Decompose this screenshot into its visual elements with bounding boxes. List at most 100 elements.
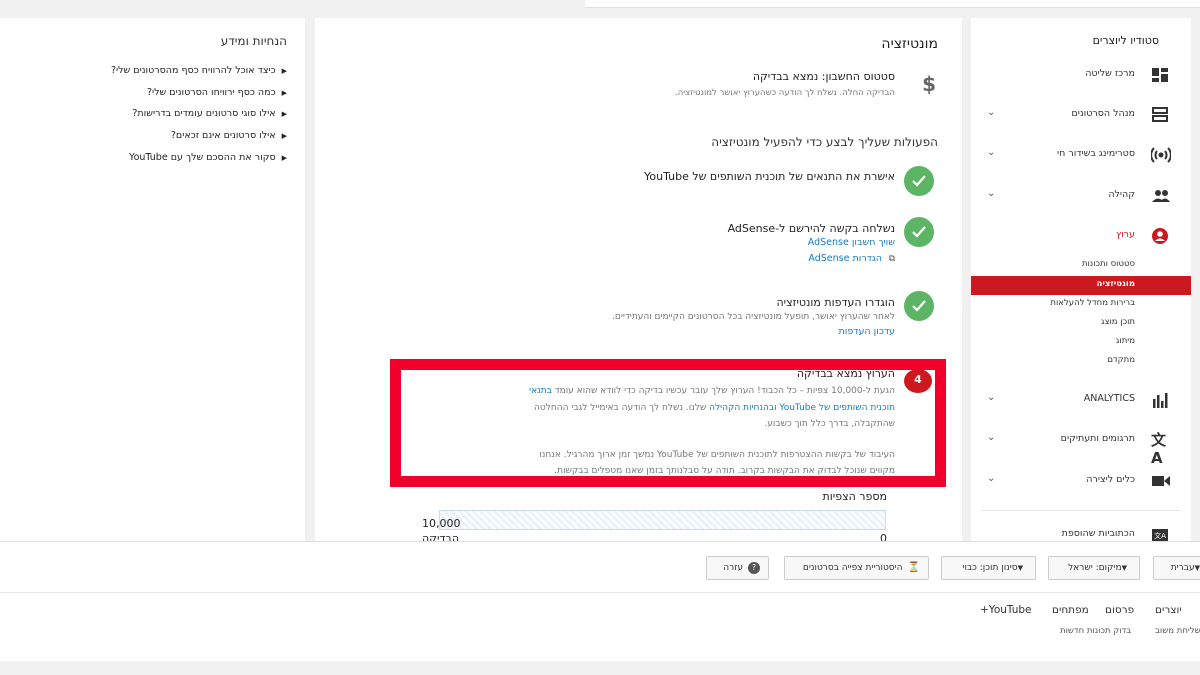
triangle-right-icon: ▶: [281, 132, 287, 140]
sidebar-item-label: קהילה: [1108, 189, 1135, 200]
chevron-down-icon[interactable]: ⌄: [987, 473, 995, 484]
highlight-annotation-box: [390, 359, 946, 487]
sidebar-sub-label: מונטיזציה: [1096, 279, 1136, 289]
analytics-icon: [1151, 391, 1169, 409]
sidebar-sub-featured-content[interactable]: תוכן מוצג: [971, 314, 1191, 333]
guideline-link[interactable]: ▶כמה כסף ירוויחו הסרטונים שלי?: [147, 87, 287, 98]
guidelines-panel: הנחיות ומידע ▶כיצד אוכל להרוויח כסף מהסר…: [0, 18, 305, 548]
step-preferences-title: הוגדרו העדפות מונטיזציה: [776, 296, 895, 309]
chevron-down-icon[interactable]: ⌄: [987, 188, 995, 199]
step-preferences-description: לאחר שהערוץ יאושר, תופעל מונטיזציה בכל ה…: [612, 312, 895, 322]
sidebar-item-analytics[interactable]: ⌄ ANALYTICS: [971, 388, 1191, 412]
help-button[interactable]: ?עזרה: [706, 556, 769, 580]
check-icon: [904, 217, 934, 247]
footer-link-developers[interactable]: מפתחים: [1052, 604, 1089, 616]
sidebar-item-community[interactable]: ⌄ קהילה: [971, 184, 1191, 208]
bottom-bar: [0, 661, 1200, 675]
guideline-link[interactable]: ▶סקור את ההסכם שלך עם YouTube: [129, 152, 287, 163]
channel-icon: [1151, 227, 1169, 245]
sidebar-item-translations[interactable]: ⌄ תרגומים ותעתיקים 文A: [971, 428, 1191, 467]
page-footer: ▼עברית ▼מיקום: ישראל ▼סינון תוכן: כבוי ⏳…: [0, 541, 1200, 661]
dollar-icon: $: [922, 72, 936, 96]
footer-link-feedback[interactable]: שליחת משוב: [1155, 626, 1200, 636]
sidebar-sub-label: סטטוס ותכונות: [1081, 259, 1135, 269]
language-button[interactable]: ▼עברית: [1153, 556, 1200, 580]
triangle-right-icon: ▶: [281, 154, 287, 162]
external-link-icon: ⧉: [888, 254, 895, 264]
step-terms-title: אישרת את התנאים של תוכנית השותפים של You…: [644, 170, 895, 183]
sidebar-item-label: סטרימינג בשידור חי: [1057, 148, 1135, 159]
triangle-right-icon: ▶: [281, 110, 287, 118]
live-stream-icon: [1150, 146, 1172, 164]
sidebar-item-video-manager[interactable]: ⌄ מנהל הסרטונים: [971, 103, 1191, 127]
svg-text:文A: 文A: [1154, 531, 1166, 540]
triangle-right-icon: ▶: [281, 89, 287, 97]
sidebar-item-dashboard[interactable]: מרכז שליטה: [971, 63, 1191, 87]
hourglass-icon: ⏳: [907, 562, 920, 573]
chevron-down-icon[interactable]: ⌄: [987, 392, 995, 403]
sidebar-item-label: הכתוביות שהוספת: [1061, 528, 1135, 539]
translate-icon: 文A: [1151, 431, 1167, 467]
check-icon: [904, 291, 934, 321]
creator-studio-sidebar: סטודיו ליוצרים מרכז שליטה ⌄ מנהל הסרטוני…: [971, 18, 1191, 548]
sidebar-sub-status-features[interactable]: סטטוס ותכונות: [971, 256, 1191, 275]
account-status-title: סטטוס החשבון: נמצא בבדיקה: [752, 70, 895, 83]
adsense-settings-link[interactable]: הגדרות AdSense: [808, 253, 882, 264]
sidebar-item-label: תרגומים ותעתיקים: [1060, 433, 1135, 444]
sidebar-divider: [981, 510, 1181, 511]
views-progress-bar: [439, 510, 886, 530]
views-count-label: מספר הצפיות: [822, 490, 887, 503]
top-bar: [0, 0, 1200, 8]
sidebar-item-live-streaming[interactable]: ⌄ סטרימינג בשידור חי: [971, 143, 1191, 167]
chevron-down-icon[interactable]: ⌄: [987, 107, 995, 118]
footer-divider: [0, 592, 1200, 593]
dropdown-arrow-icon: ▼: [1121, 564, 1127, 572]
sidebar-sub-label: תוכן מוצג: [1100, 317, 1135, 327]
dropdown-arrow-icon: ▼: [1194, 564, 1200, 572]
update-preferences-link[interactable]: עדכון העדפות: [839, 326, 895, 337]
step-adsense-title: נשלחה בקשה להירשם ל-AdSense: [727, 222, 895, 235]
guideline-link[interactable]: ▶כיצד אוכל להרוויח כסף מהסרטונים שלי?: [111, 65, 287, 76]
account-status-description: הבדיקה החלה. נשלח לך הודעה כשהערוץ יאושר…: [675, 88, 895, 98]
restricted-mode-button[interactable]: ▼סינון תוכן: כבוי: [941, 556, 1036, 580]
sidebar-sub-branding[interactable]: מיתוג: [971, 333, 1191, 352]
sidebar-sub-label: מתקדם: [1107, 355, 1135, 365]
page-title: מונטיזציה: [881, 36, 938, 52]
adsense-account-link[interactable]: שויך חשבון AdSense: [808, 237, 895, 248]
dashboard-icon: [1151, 66, 1169, 84]
sidebar-item-create[interactable]: ⌄ כלים ליצירה: [971, 469, 1191, 493]
dropdown-arrow-icon: ▼: [1017, 564, 1023, 572]
sidebar-sub-label: ברירות מחדל להעלאות: [1050, 298, 1135, 308]
triangle-right-icon: ▶: [281, 67, 287, 75]
sidebar-sub-monetization[interactable]: מונטיזציה: [971, 276, 1191, 295]
sidebar-sub-advanced[interactable]: מתקדם: [971, 352, 1191, 371]
chevron-down-icon[interactable]: ⌄: [987, 432, 995, 443]
footer-link-advertise[interactable]: פרסום: [1105, 604, 1134, 616]
guideline-link[interactable]: ▶אילו סוגי סרטונים עומדים בדרישות?: [132, 108, 287, 119]
check-icon: [904, 166, 934, 196]
watch-history-button[interactable]: ⏳היסטוריית צפייה בסרטונים: [784, 556, 929, 580]
sidebar-sub-upload-defaults[interactable]: ברירות מחדל להעלאות: [971, 295, 1191, 314]
video-camera-icon: [1151, 472, 1170, 490]
sidebar-item-label: ערוץ: [1115, 229, 1135, 240]
footer-link-youtube-plus[interactable]: +YouTube: [980, 604, 1032, 616]
footer-link-creators[interactable]: יוצרים: [1155, 604, 1182, 616]
sidebar-item-label: מנהל הסרטונים: [1071, 108, 1135, 119]
guidelines-title: הנחיות ומידע: [220, 34, 287, 48]
monetization-panel: מונטיזציה $ סטטוס החשבון: נמצא בבדיקה הב…: [315, 18, 962, 548]
sidebar-sub-label: מיתוג: [1115, 336, 1135, 346]
chevron-down-icon[interactable]: ⌄: [987, 147, 995, 158]
video-manager-icon: [1151, 106, 1169, 124]
steps-heading: הפעולות שעליך לבצע כדי להפעיל מונטיזציה: [711, 135, 938, 149]
footer-link-test-features[interactable]: בדוק תכונות חדשות: [1060, 626, 1131, 636]
help-icon: ?: [748, 561, 760, 574]
sidebar-item-channel[interactable]: ערוץ: [971, 224, 1191, 248]
sidebar-title[interactable]: סטודיו ליוצרים: [1093, 34, 1159, 47]
sidebar-item-label: כלים ליצירה: [1086, 474, 1135, 485]
sidebar-item-label: מרכז שליטה: [1085, 68, 1135, 79]
location-button[interactable]: ▼מיקום: ישראל: [1048, 556, 1140, 580]
sidebar-item-label: ANALYTICS: [1083, 393, 1135, 404]
guideline-link[interactable]: ▶אילו סרטונים אינם זכאים?: [171, 130, 287, 141]
community-icon: [1151, 187, 1170, 205]
views-progress-max: 10,000: [422, 517, 461, 530]
